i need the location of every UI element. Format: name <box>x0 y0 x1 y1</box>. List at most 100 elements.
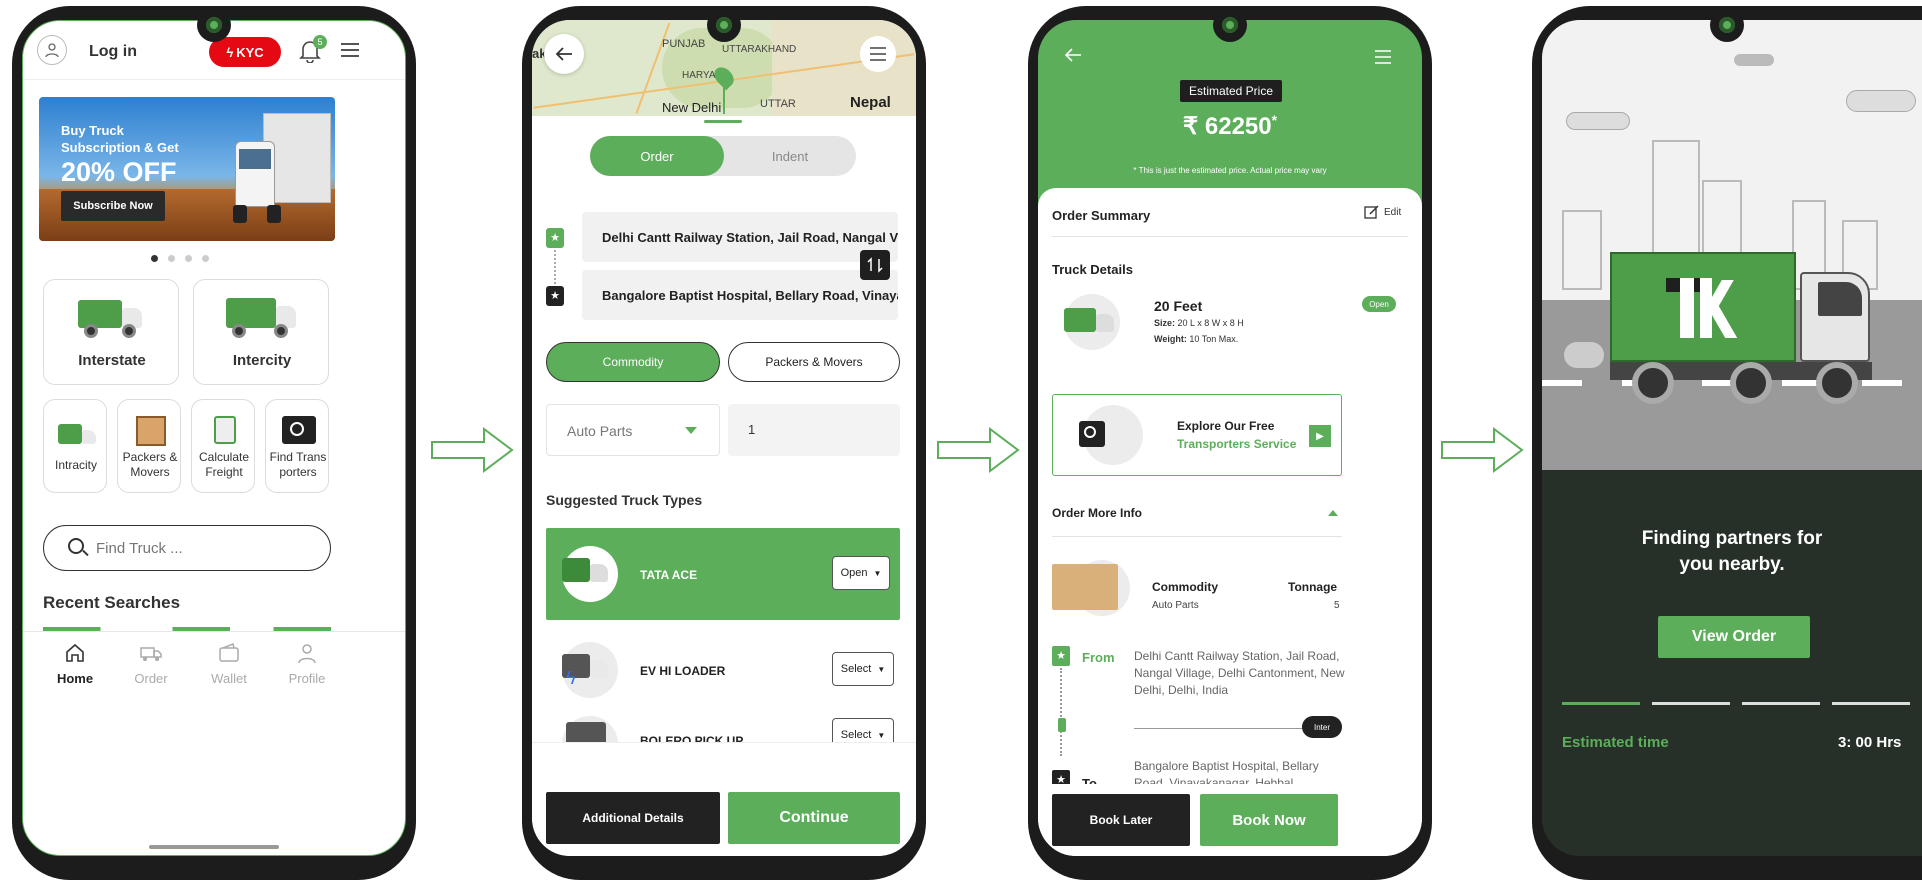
tile-label: Intracity <box>54 458 97 472</box>
nav-home[interactable]: Home <box>45 642 105 686</box>
intercity-card[interactable]: Intercity <box>193 279 329 385</box>
truck-icon <box>78 296 144 340</box>
truck-icon <box>566 722 606 742</box>
price-note: This is just the estimated price. Actual… <box>1138 166 1327 175</box>
edit-label: Edit <box>1384 206 1402 218</box>
profile-nav-icon <box>298 644 316 664</box>
commodity-button[interactable]: Commodity <box>546 342 720 382</box>
calculator-icon <box>214 416 236 444</box>
profile-icon[interactable] <box>37 35 67 65</box>
dropdown-caret-icon <box>685 427 697 434</box>
edit-icon <box>1364 205 1379 219</box>
notification-badge: 5 <box>313 35 327 49</box>
flow-arrow <box>937 427 1020 473</box>
menu-icon[interactable] <box>341 43 359 57</box>
progress-segment <box>1832 702 1910 705</box>
brand-truck-image <box>1564 252 1922 422</box>
camera-notch <box>1213 8 1247 42</box>
continue-button[interactable]: Continue <box>728 792 900 844</box>
truck-size-name: 20 Feet <box>1154 298 1203 314</box>
truck-details-heading: Truck Details <box>1052 262 1133 277</box>
nav-order[interactable]: Order <box>121 642 181 686</box>
drop-field[interactable]: Bangalore Baptist Hospital, Bellary Road… <box>582 270 898 320</box>
nav-wallet-label: Wallet <box>211 671 247 686</box>
book-later-button[interactable]: Book Later <box>1052 794 1190 846</box>
find-truck-input[interactable] <box>96 536 296 560</box>
pickup-field[interactable]: Delhi Cantt Railway Station, Jail Road, … <box>582 212 898 262</box>
calculate-freight-tile[interactable]: Calculate Freight <box>191 399 255 493</box>
explore-arrow-button[interactable]: ▶ <box>1309 425 1331 447</box>
tab-order[interactable]: Order <box>590 136 724 176</box>
quantity-value: 1 <box>748 422 756 437</box>
interstate-card[interactable]: Interstate <box>43 279 179 385</box>
size-row: Size: 20 L x 8 W x 8 H <box>1154 318 1244 328</box>
truck-open-button[interactable]: Open ▼ <box>832 556 890 590</box>
phone-order: ak PUNJAB UTTARAKHAND HARYA New Delhi UT… <box>522 6 926 880</box>
truck-option[interactable]: BOLERO PICK UP Select ▼ <box>546 716 900 742</box>
nav-wallet[interactable]: Wallet <box>199 642 259 686</box>
menu-button[interactable] <box>860 36 896 72</box>
tab-indent[interactable]: Indent <box>724 136 856 176</box>
order-screen: ak PUNJAB UTTARAKHAND HARYA New Delhi UT… <box>532 20 916 856</box>
menu-icon[interactable] <box>1374 50 1392 69</box>
subscribe-now-button[interactable]: Subscribe Now <box>61 191 165 221</box>
home-indicator <box>149 845 279 849</box>
banner-line1: Buy Truck <box>61 123 124 138</box>
caret-icon: ▼ <box>877 664 886 674</box>
view-order-button[interactable]: View Order <box>1658 616 1810 658</box>
find-truck-search[interactable] <box>43 525 331 571</box>
find-transporters-tile[interactable]: Find Trans porters <box>265 399 329 493</box>
truck-select-button[interactable]: Select ▼ <box>832 652 894 686</box>
truck-option-selected[interactable]: TATA ACE Open ▼ <box>546 528 900 620</box>
progress-segment <box>1652 702 1730 705</box>
nav-profile[interactable]: Profile <box>277 642 337 686</box>
commodity-select[interactable]: Auto Parts <box>546 404 720 456</box>
login-link[interactable]: Log in <box>89 43 137 61</box>
truck-action-label: Select <box>840 663 872 675</box>
summary-screen: Estimated Price ₹ 62250* * This is just … <box>1038 20 1422 856</box>
caret-icon: ▼ <box>873 568 882 578</box>
explore-transporters-card[interactable]: Explore Our Free Transporters Service ▶ <box>1052 394 1342 476</box>
bottom-nav: Home Order Wallet Profile <box>23 631 405 703</box>
suggested-truck-heading: Suggested Truck Types <box>546 492 703 508</box>
camera-notch <box>197 8 231 42</box>
promo-banner[interactable]: Buy Truck Subscription & Get 20% OFF Sub… <box>39 97 335 241</box>
drag-handle[interactable] <box>704 120 742 123</box>
map-label: UTTAR <box>760 98 796 110</box>
tile-label: Movers <box>130 465 170 479</box>
collapse-caret-icon[interactable] <box>1328 510 1338 516</box>
packers-movers-button[interactable]: Packers & Movers <box>728 342 900 382</box>
inter-badge: Inter <box>1302 716 1342 738</box>
packers-movers-tile[interactable]: Packers & Movers <box>117 399 181 493</box>
truck-icon <box>562 554 612 590</box>
recent-searches-heading: Recent Searches <box>43 593 181 612</box>
swap-locations-button[interactable] <box>860 250 890 280</box>
summary-panel: Order Summary Edit Truck Details 20 Feet… <box>1038 188 1422 856</box>
truck-select-button[interactable]: Select ▼ <box>832 718 894 742</box>
tonnage-label: Tonnage <box>1288 580 1338 594</box>
kyc-button[interactable]: ϟ KYC <box>209 37 281 67</box>
pickup-star-icon: ★ <box>546 228 564 248</box>
truck-icon <box>226 294 298 340</box>
book-now-button[interactable]: Book Now <box>1200 794 1338 846</box>
progress-segment <box>1562 702 1640 705</box>
additional-details-button[interactable]: Additional Details <box>546 792 720 844</box>
map-label: PUNJAB <box>662 38 706 50</box>
phone-finding: Finding partners for you nearby. View Or… <box>1532 6 1922 880</box>
edit-button[interactable]: Edit <box>1364 204 1401 220</box>
tile-label: porters <box>279 465 317 479</box>
intracity-tile[interactable]: Intracity <box>43 399 107 493</box>
truck-option[interactable]: ϟ EV HI LOADER Select ▼ <box>546 632 900 712</box>
flow-arrow <box>431 427 514 473</box>
finding-screen: Finding partners for you nearby. View Or… <box>1542 20 1922 856</box>
truck-nav-icon <box>140 647 162 661</box>
back-arrow-icon[interactable] <box>1064 48 1082 67</box>
tile-label: Freight <box>205 465 243 479</box>
illustration <box>1542 20 1922 470</box>
swap-icon <box>867 257 883 273</box>
map-label: HARYA <box>682 70 716 81</box>
bell-icon[interactable]: 5 <box>299 35 327 65</box>
explore-line2: Transporters Service <box>1177 437 1297 451</box>
quantity-input[interactable]: 1 <box>728 404 900 456</box>
back-button[interactable] <box>544 34 584 74</box>
